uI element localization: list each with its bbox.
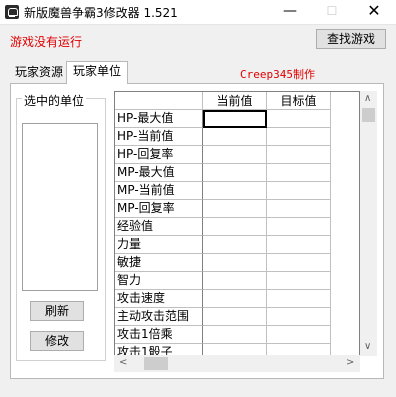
vertical-scrollbar[interactable]: ∧ ∨ <box>360 91 377 356</box>
target-value-header: 目标值 <box>267 92 331 110</box>
row-label: HP-当前值 <box>115 128 203 146</box>
target-value-cell[interactable] <box>267 164 331 182</box>
target-value-cell[interactable] <box>267 272 331 290</box>
target-value-cell[interactable] <box>267 290 331 308</box>
current-value-cell[interactable] <box>203 236 267 254</box>
current-value-cell[interactable] <box>203 290 267 308</box>
current-value-cell[interactable] <box>203 110 267 128</box>
game-status-text: 游戏没有运行 <box>10 35 83 49</box>
app-icon <box>5 5 19 19</box>
row-label: 经验值 <box>115 218 203 236</box>
current-value-cell[interactable] <box>203 128 267 146</box>
row-label: HP-最大值 <box>115 110 203 128</box>
target-value-cell[interactable] <box>267 236 331 254</box>
current-value-cell[interactable] <box>203 326 267 344</box>
current-value-cell[interactable] <box>203 164 267 182</box>
row-label: 攻击速度 <box>115 290 203 308</box>
find-game-button[interactable]: 查找游戏 <box>316 29 386 49</box>
current-value-cell[interactable] <box>203 200 267 218</box>
current-value-cell[interactable] <box>203 308 267 326</box>
close-button[interactable]: ✕ <box>354 0 394 24</box>
target-value-cell[interactable] <box>267 308 331 326</box>
target-value-cell[interactable] <box>267 326 331 344</box>
tab-player-units[interactable]: 玩家单位 <box>66 61 128 84</box>
target-value-cell[interactable] <box>267 218 331 236</box>
scroll-up-icon[interactable]: ∧ <box>364 93 371 104</box>
scroll-right-icon[interactable]: > <box>346 357 354 368</box>
current-value-cell[interactable] <box>203 218 267 236</box>
group-title: 选中的单位 <box>22 92 87 109</box>
current-value-cell[interactable] <box>203 254 267 272</box>
current-value-header: 当前值 <box>203 92 267 110</box>
horizontal-scroll-thumb[interactable] <box>144 357 168 370</box>
unit-attribute-grid[interactable]: 当前值 目标值 HP-最大值 HP-当前值 HP-回复率 MP-最大值 MP-当前值 MP… <box>114 91 360 356</box>
target-value-cell[interactable] <box>267 128 331 146</box>
tab-player-resources[interactable]: 玩家资源 <box>10 63 68 83</box>
row-label: MP-最大值 <box>115 164 203 182</box>
current-value-cell[interactable] <box>203 182 267 200</box>
row-label: MP-回复率 <box>115 200 203 218</box>
target-value-cell[interactable] <box>267 182 331 200</box>
grid-corner-header <box>115 92 203 110</box>
row-label: 主动攻击范围 <box>115 308 203 326</box>
target-value-cell[interactable] <box>267 254 331 272</box>
target-value-cell[interactable] <box>267 110 331 128</box>
vertical-scroll-thumb[interactable] <box>362 108 375 122</box>
minimize-button[interactable]: — <box>270 0 310 24</box>
refresh-button[interactable]: 刷新 <box>30 301 84 321</box>
row-label: MP-当前值 <box>115 182 203 200</box>
target-value-cell[interactable] <box>267 200 331 218</box>
maximize-button[interactable]: ☐ <box>312 0 352 24</box>
current-value-cell[interactable] <box>203 146 267 164</box>
modify-button[interactable]: 修改 <box>30 331 84 351</box>
horizontal-scrollbar[interactable]: < > <box>114 355 360 372</box>
credit-text: Creep345制作 <box>240 68 315 81</box>
row-label: 智力 <box>115 272 203 290</box>
scroll-left-icon[interactable]: < <box>119 357 127 368</box>
title-bar[interactable]: 新版魔兽争霸3修改器 1.521 — ☐ ✕ <box>0 0 396 25</box>
current-value-cell[interactable] <box>203 272 267 290</box>
window-title: 新版魔兽争霸3修改器 1.521 <box>24 6 178 20</box>
selected-unit-list[interactable] <box>22 123 98 291</box>
row-label: 力量 <box>115 236 203 254</box>
scroll-down-icon[interactable]: ∨ <box>364 341 371 352</box>
row-label: 攻击1倍乘 <box>115 326 203 344</box>
row-label: HP-回复率 <box>115 146 203 164</box>
row-label: 敏捷 <box>115 254 203 272</box>
target-value-cell[interactable] <box>267 146 331 164</box>
